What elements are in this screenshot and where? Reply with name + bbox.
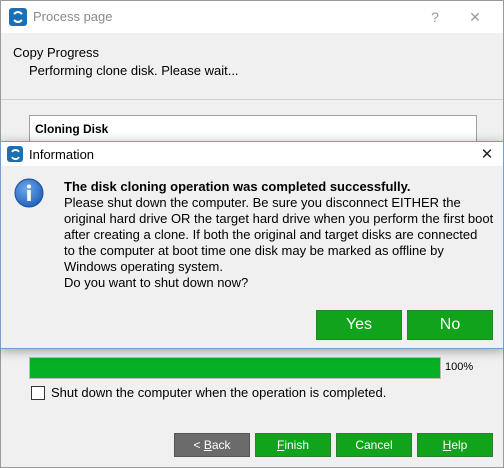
page-subtitle: Performing clone disk. Please wait... bbox=[29, 63, 239, 78]
app-logo-icon bbox=[9, 8, 27, 26]
no-button[interactable]: No bbox=[407, 310, 493, 340]
back-accel: B bbox=[203, 438, 212, 452]
dialog-heading: The disk cloning operation was completed… bbox=[64, 179, 411, 194]
information-dialog: Information ✕ The disk cloning operation… bbox=[0, 141, 504, 349]
page-title: Copy Progress bbox=[13, 45, 99, 60]
cancel-button[interactable]: Cancel bbox=[336, 433, 412, 457]
app-logo-icon bbox=[7, 146, 23, 162]
dialog-title-bar: Information ✕ bbox=[1, 142, 503, 166]
window-title: Process page bbox=[33, 9, 113, 24]
finish-accel: F bbox=[276, 438, 285, 452]
help-title-button[interactable]: ? bbox=[415, 1, 455, 33]
shutdown-checkbox[interactable] bbox=[31, 386, 45, 400]
dialog-title: Information bbox=[29, 147, 95, 162]
back-button[interactable]: < Back bbox=[174, 433, 250, 457]
dialog-close-button[interactable]: ✕ bbox=[471, 142, 503, 166]
finish-rest: inish bbox=[284, 438, 310, 452]
finish-button[interactable]: Finish bbox=[255, 433, 331, 457]
progress-percent: 100% bbox=[445, 361, 474, 373]
help-button[interactable]: Help bbox=[417, 433, 493, 457]
yes-button[interactable]: Yes bbox=[316, 310, 402, 340]
progress-fill bbox=[30, 358, 440, 378]
help-rest: elp bbox=[451, 438, 468, 452]
back-prefix: < bbox=[193, 438, 204, 452]
header-divider bbox=[1, 99, 503, 100]
dialog-body: Please shut down the computer. Be sure y… bbox=[64, 195, 494, 290]
info-icon bbox=[14, 178, 44, 208]
back-rest: ack bbox=[211, 438, 231, 452]
help-accel: H bbox=[442, 438, 452, 452]
page-header: Copy Progress Performing clone disk. Ple… bbox=[1, 33, 503, 99]
dialog-message: The disk cloning operation was completed… bbox=[64, 179, 494, 291]
cloning-disk-label: Cloning Disk bbox=[35, 122, 109, 136]
title-bar: Process page ? ✕ bbox=[1, 1, 503, 33]
shutdown-checkbox-label[interactable]: Shut down the computer when the operatio… bbox=[51, 385, 386, 400]
close-window-button[interactable]: ✕ bbox=[455, 1, 495, 33]
progress-bar bbox=[29, 357, 441, 379]
